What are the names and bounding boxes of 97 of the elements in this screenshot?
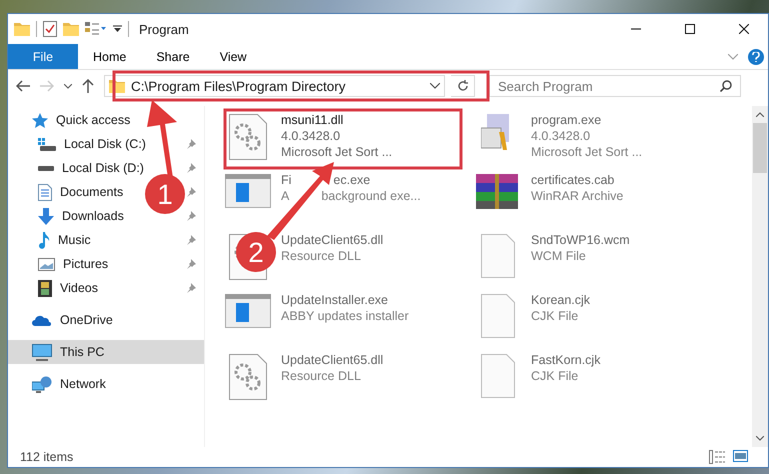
file-detail: 4.0.3428.0: [281, 128, 340, 144]
search-field[interactable]: Search Program: [489, 75, 741, 97]
up-arrow-icon[interactable]: [82, 79, 94, 93]
refresh-icon: [456, 80, 468, 92]
view-options-icon: [85, 22, 107, 36]
pin-icon[interactable]: [186, 139, 196, 149]
file-name: certificates.cab: [531, 172, 614, 188]
archive-stack-icon: [476, 174, 520, 210]
file-detail: CJK File: [531, 308, 578, 324]
maximize-icon: [685, 24, 695, 34]
recent-locations-caret-icon[interactable]: [64, 84, 72, 88]
item-count: 112 items: [20, 450, 74, 464]
file-name: SndToWP16.wcm: [531, 232, 630, 248]
address-path: C:\Program Files\Program Directory: [131, 78, 347, 94]
folder-icon: [14, 22, 30, 36]
address-bar[interactable]: C:\Program Files\Program Directory: [104, 75, 445, 97]
file-detail: 4.0.3428.0: [531, 128, 590, 144]
file-name: msuni11.dll: [281, 112, 344, 128]
file-detail: ABBY updates installer: [281, 308, 409, 324]
minimize-icon: [631, 28, 641, 30]
pin-icon[interactable]: [186, 235, 196, 245]
application-window-icon: [225, 174, 271, 208]
picture-icon: [38, 258, 55, 270]
dropdown-caret-icon: [113, 25, 122, 33]
pin-icon[interactable]: [186, 259, 196, 269]
sidebar-item[interactable]: Quick access: [8, 108, 204, 132]
file-name: Korean.cjk: [531, 292, 590, 308]
ribbon-tab[interactable]: Share: [141, 44, 205, 69]
file-name: UpdateInstaller.exe: [281, 292, 388, 308]
file-detail: WCM File: [531, 248, 586, 264]
large-icons-view-icon[interactable]: [733, 450, 748, 462]
film-icon: [38, 280, 52, 296]
sidebar-item[interactable]: Videos: [38, 276, 98, 300]
file-name: UpdateClient65.dll: [281, 232, 384, 248]
sidebar-item[interactable]: Pictures: [38, 252, 108, 276]
file-detail: background exe...: [321, 188, 421, 204]
computer-icon: [32, 344, 52, 360]
scroll-down-icon[interactable]: [756, 436, 764, 441]
expand-ribbon-icon[interactable]: [728, 54, 738, 60]
hard-drive-icon: [36, 166, 54, 170]
file-detail: Microsoft Jet Sort ...: [531, 144, 642, 160]
details-view-icon[interactable]: [709, 450, 725, 464]
address-dropdown-caret-icon[interactable]: [430, 83, 440, 89]
pin-icon[interactable]: [186, 283, 196, 293]
file-detail: WinRAR Archive: [531, 188, 624, 204]
pin-icon[interactable]: [186, 187, 196, 197]
help-button[interactable]: [748, 48, 764, 64]
file-name: ec.exe: [333, 172, 370, 188]
blank-file-icon: [481, 234, 515, 278]
search-icon: [720, 80, 732, 92]
sidebar-item[interactable]: Local Disk (D:): [38, 156, 144, 180]
ribbon-tab[interactable]: Home: [78, 44, 142, 69]
sidebar-item[interactable]: Local Disk (C:): [38, 132, 146, 156]
sidebar-item[interactable]: OneDrive: [8, 308, 204, 332]
file-name: program.exe: [531, 112, 602, 128]
sidebar-item[interactable]: Network: [8, 372, 204, 396]
down-arrow-icon: [38, 208, 54, 224]
file-name: FastKorn.cjk: [531, 352, 600, 368]
sidebar-item[interactable]: Downloads: [38, 204, 124, 228]
step-number-badge: 1: [145, 174, 185, 214]
step-number-badge: 2: [236, 232, 276, 272]
file-detail: A: [281, 188, 290, 204]
window-title: Program: [139, 22, 190, 36]
close-icon: [739, 24, 749, 34]
music-note-icon: [38, 232, 50, 248]
back-arrow-icon[interactable]: [16, 80, 30, 92]
gear-file-icon: [229, 114, 267, 160]
question-mark-icon: [752, 52, 760, 62]
refresh-button[interactable]: [451, 75, 475, 97]
properties-icon: [43, 21, 57, 37]
scrollbar-thumb[interactable]: [753, 123, 767, 173]
application-window-icon: [225, 294, 271, 328]
blank-file-icon: [481, 294, 515, 338]
cloud-icon: [32, 314, 52, 326]
quick-access-star-icon: [32, 112, 48, 128]
forward-arrow-icon[interactable]: [40, 80, 54, 92]
sidebar-item[interactable]: Music: [38, 228, 91, 252]
file-menu-button[interactable]: File: [8, 44, 78, 69]
hard-drive-icon: [38, 138, 56, 150]
file-name: UpdateClient65.dll: [281, 352, 384, 368]
sidebar-item[interactable]: This PC: [8, 340, 204, 364]
file-name: Fi: [281, 172, 292, 188]
file-detail: Microsoft Jet Sort ...: [281, 144, 392, 160]
pin-icon[interactable]: [186, 211, 196, 221]
file-detail: CJK File: [531, 368, 578, 384]
network-icon: [32, 376, 52, 392]
scrollbar[interactable]: [752, 106, 768, 447]
gear-file-icon: [229, 354, 267, 400]
file-detail: Resource DLL: [281, 368, 361, 384]
scroll-up-icon[interactable]: [756, 112, 764, 117]
document-icon: [38, 184, 52, 200]
ribbon-tab[interactable]: View: [204, 44, 262, 69]
sidebar-item[interactable]: Documents: [38, 180, 124, 204]
blank-file-icon: [481, 354, 515, 398]
pin-icon[interactable]: [186, 163, 196, 173]
file-detail: Resource DLL: [281, 248, 361, 264]
new-folder-icon: [63, 22, 79, 36]
